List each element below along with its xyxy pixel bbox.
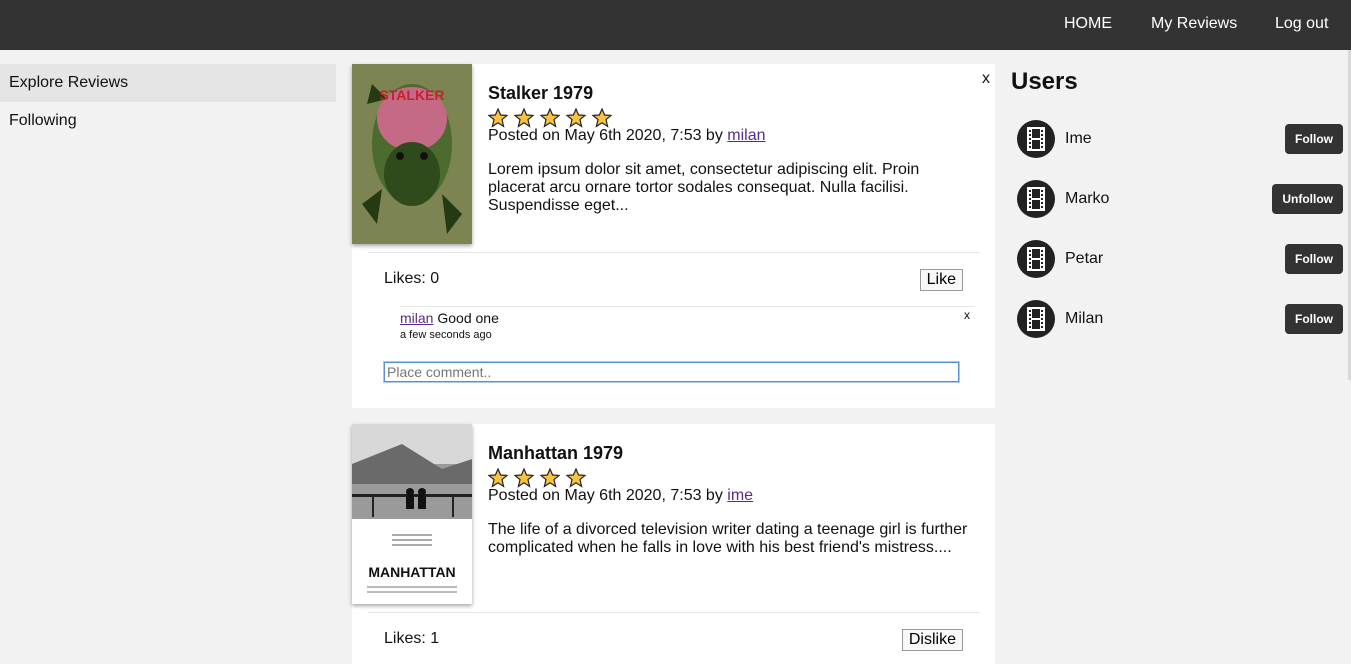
star-icon	[540, 468, 560, 488]
comment-input[interactable]	[383, 361, 960, 383]
user-name: Milan	[1065, 310, 1104, 327]
svg-text:MANHATTAN: MANHATTAN	[368, 564, 455, 580]
divider	[368, 252, 980, 253]
top-navbar: HOME My Reviews Log out	[0, 0, 1351, 50]
follow-button[interactable]: Follow	[1285, 304, 1343, 334]
movie-poster-image: MANHATTAN	[352, 424, 472, 604]
review-meta: Posted on May 6th 2020, 7:53 by milan	[488, 127, 766, 145]
sidebar: Explore Reviews Following	[0, 64, 336, 140]
star-icon	[540, 108, 560, 128]
star-icon	[514, 468, 534, 488]
user-name: Petar	[1065, 250, 1104, 267]
dislike-button[interactable]: Dislike	[901, 629, 963, 651]
film-icon	[1027, 127, 1045, 151]
star-icon	[566, 108, 586, 128]
review-card: STALKER Stalker 1979 Posted on May 6th 2…	[352, 64, 995, 408]
comment-body: milan Good one	[400, 310, 975, 326]
star-icon	[488, 468, 508, 488]
star-icon	[566, 468, 586, 488]
review-description: Lorem ipsum dolor sit amet, consectetur …	[488, 161, 920, 214]
posted-date-text: Posted on May 6th 2020, 7:53 by	[488, 487, 728, 504]
user-name: Ime	[1065, 130, 1092, 147]
avatar	[1017, 240, 1055, 278]
follow-button[interactable]: Follow	[1285, 244, 1343, 274]
like-button[interactable]: Like	[919, 269, 963, 291]
comment-author-link[interactable]: milan	[400, 310, 433, 326]
sidebar-item-explore-reviews[interactable]: Explore Reviews	[0, 64, 336, 102]
review-meta: Posted on May 6th 2020, 7:53 by ime	[488, 487, 753, 505]
user-list-item: Marko Unfollow	[1017, 180, 1343, 218]
review-title: Stalker 1979	[488, 83, 594, 103]
review-title: Manhattan 1979	[488, 443, 624, 463]
avatar	[1017, 120, 1055, 158]
star-icon	[592, 108, 612, 128]
nav-home-link[interactable]: HOME	[1064, 15, 1112, 33]
stalker-poster-art: STALKER	[352, 64, 472, 244]
delete-comment-button[interactable]: x	[964, 308, 970, 322]
movie-poster-image: STALKER	[352, 64, 472, 244]
likes-count: Likes: 0	[384, 270, 440, 287]
users-panel-title: Users	[1011, 68, 1078, 95]
review-card: MANHATTAN Manhattan 1979 Posted on May 6…	[352, 424, 995, 664]
rating-stars	[488, 468, 592, 488]
user-list-item: Ime Follow	[1017, 120, 1343, 158]
user-list-item: Petar Follow	[1017, 240, 1343, 278]
delete-review-button[interactable]: x	[982, 70, 990, 88]
unfollow-button[interactable]: Unfollow	[1272, 184, 1343, 214]
film-icon	[1027, 187, 1045, 211]
film-icon	[1027, 247, 1045, 271]
rating-stars	[488, 108, 618, 128]
avatar	[1017, 300, 1055, 338]
nav-my-reviews-link[interactable]: My Reviews	[1151, 15, 1237, 33]
svg-text:STALKER: STALKER	[379, 87, 444, 103]
review-author-link[interactable]: milan	[727, 127, 765, 144]
avatar	[1017, 180, 1055, 218]
review-author-link[interactable]: ime	[727, 487, 753, 504]
divider	[400, 306, 975, 307]
follow-button[interactable]: Follow	[1285, 124, 1343, 154]
user-name: Marko	[1065, 190, 1110, 207]
manhattan-poster-art: MANHATTAN	[352, 424, 472, 593]
sidebar-item-following[interactable]: Following	[0, 102, 336, 140]
divider	[368, 612, 980, 613]
comment-item: milan Good one a few seconds ago x	[400, 308, 975, 341]
user-list-item: Milan Follow	[1017, 300, 1343, 338]
posted-date-text: Posted on May 6th 2020, 7:53 by	[488, 127, 728, 144]
comment-text: Good one	[433, 310, 499, 326]
review-description: The life of a divorced television writer…	[488, 521, 968, 556]
star-icon	[488, 108, 508, 128]
film-icon	[1027, 307, 1045, 331]
nav-logout-link[interactable]: Log out	[1275, 15, 1328, 33]
star-icon	[514, 108, 534, 128]
likes-count: Likes: 1	[384, 630, 440, 647]
comment-timestamp: a few seconds ago	[400, 329, 492, 341]
